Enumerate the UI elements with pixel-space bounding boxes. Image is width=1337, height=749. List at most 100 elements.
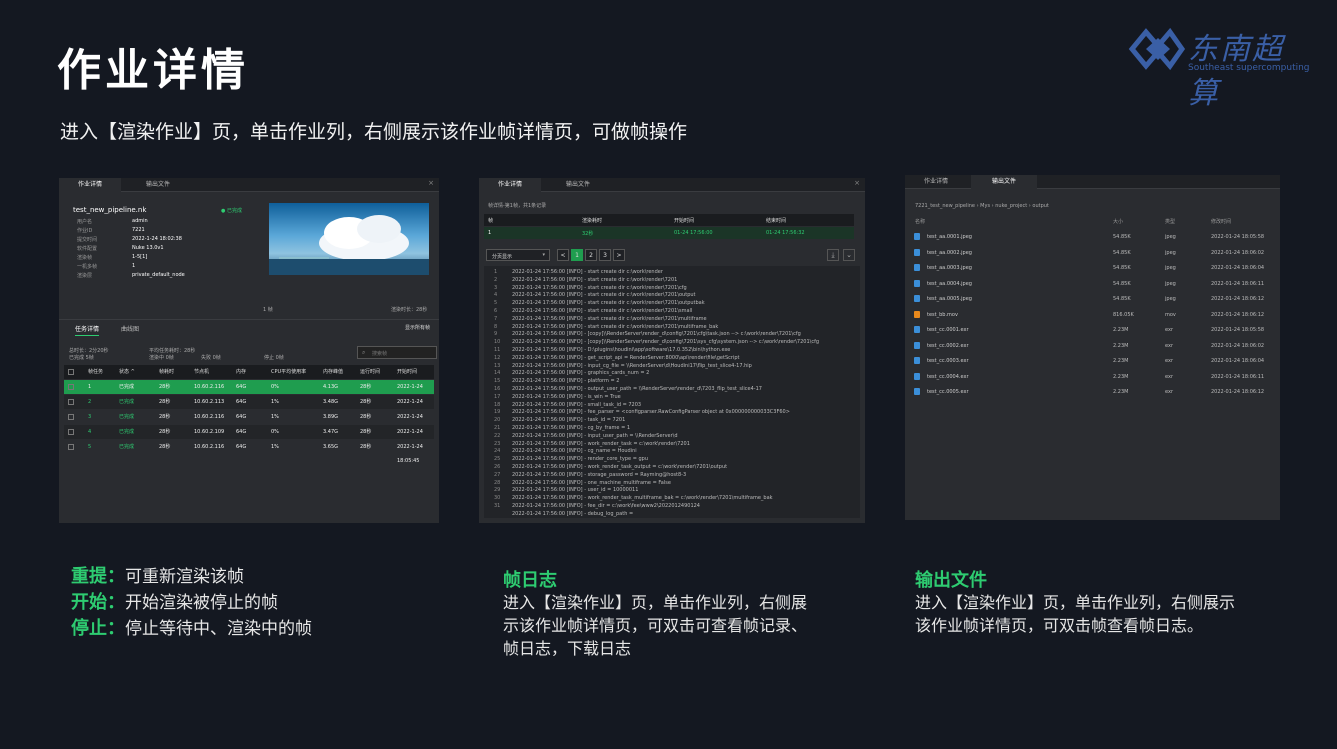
log-line: 16 2022-01-24 17:56:00 [INFO] - output_us… bbox=[494, 386, 762, 392]
stat-average: 平均任务耗时：28秒 bbox=[149, 348, 196, 354]
table-row[interactable]: 1 32秒 01-24 17:56:00 01-24 17:56:32 bbox=[484, 227, 854, 239]
page-2-button[interactable]: 2 bbox=[585, 249, 597, 261]
log-line-text: 2022-01-24 17:56:00 [INFO] - input_user_… bbox=[512, 432, 678, 439]
cell-duration: 32秒 bbox=[582, 231, 594, 237]
file-row[interactable]: test_cc.0004.exr 2.23M exr 2022-01-24 18:06… bbox=[913, 370, 1272, 384]
column-header[interactable]: CPU平均使用率 bbox=[271, 365, 306, 379]
log-line-number: 30 bbox=[494, 495, 501, 502]
log-line-text: 2022-01-24 17:56:00 [INFO] - task_id = 7… bbox=[512, 417, 626, 424]
table-row[interactable]: 2 已完成 28秒 10.60.2.113 64G 1% 3.48G 28秒 2022-1-24… bbox=[64, 395, 434, 419]
file-size: 2.23M bbox=[1113, 373, 1129, 380]
log-line-text: 2022-01-24 17:56:00 [INFO] - start creat… bbox=[512, 300, 705, 307]
table-row[interactable]: 1 已完成 28秒 10.60.2.116 64G 0% 4.13G 28秒 2022-1-24… bbox=[64, 380, 434, 404]
column-header[interactable]: 内存峰值 bbox=[323, 365, 343, 379]
log-line-text: 2022-01-24 17:56:00 [INFO] - input_cg_fi… bbox=[512, 362, 752, 369]
tab-output-files[interactable]: 输出文件 bbox=[127, 178, 189, 192]
log-line: 6 2022-01-24 17:56:00 [INFO] - start crea… bbox=[494, 308, 692, 314]
file-type: exr bbox=[1165, 389, 1174, 395]
log-line-number: 15 bbox=[494, 378, 501, 385]
file-row[interactable]: test_aa.0003.jpeg 54.85K jpeg 2022-01-24 18… bbox=[913, 261, 1272, 275]
log-line: 15 2022-01-24 17:56:00 [INFO] - platform … bbox=[494, 378, 619, 384]
file-row[interactable]: test_aa.0002.jpeg 54.85K jpeg 2022-01-24 18… bbox=[913, 246, 1272, 260]
subtab-task-detail[interactable]: 任务详情 bbox=[75, 324, 100, 336]
log-viewer[interactable]: 1 2022-01-24 17:56:00 [INFO] - start crea… bbox=[484, 266, 860, 518]
page-1-button[interactable]: 1 bbox=[571, 249, 583, 261]
log-line-text: 2022-01-24 17:56:00 [INFO] - start creat… bbox=[512, 315, 707, 322]
log-line: 12 2022-01-24 17:56:00 [INFO] - get_scrip… bbox=[494, 355, 739, 361]
table-row[interactable]: 5 已完成 28秒 10.60.2.116 64G 1% 3.65G 28秒 2022-1-24… bbox=[64, 440, 434, 464]
tab-job-detail[interactable]: 作业详情 bbox=[905, 175, 967, 189]
collapse-icon[interactable]: ⌄ bbox=[843, 249, 855, 261]
file-row[interactable]: test_cc.0005.exr 2.23M exr 2022-01-24 18:06… bbox=[913, 385, 1272, 399]
close-icon[interactable]: × bbox=[854, 179, 860, 187]
file-row[interactable]: test_aa.0004.jpeg 54.85K jpeg 2022-01-24 18… bbox=[913, 277, 1272, 291]
file-row[interactable]: test_aa.0001.jpeg 54.85K jpeg 2022-01-24 18… bbox=[913, 230, 1272, 244]
column-header[interactable]: 开始时间 bbox=[397, 365, 417, 379]
column-header[interactable]: 帧耗时 bbox=[159, 365, 174, 379]
download-icon[interactable]: ⤓ bbox=[827, 249, 839, 261]
log-line-text: 2022-01-24 17:56:00 [INFO] - work_render… bbox=[512, 464, 728, 470]
log-line: 7 2022-01-24 17:56:00 [INFO] - start crea… bbox=[494, 316, 707, 322]
prev-page-button[interactable]: < bbox=[557, 249, 569, 261]
pagination-select[interactable]: 分页显示 ▾ bbox=[486, 249, 550, 261]
tab-job-detail[interactable]: 作业详情 bbox=[59, 178, 121, 192]
next-page-button[interactable]: > bbox=[613, 249, 625, 261]
show-all-frames-link[interactable]: 显示所有帧 bbox=[405, 324, 430, 331]
table-row[interactable]: 3 已完成 28秒 10.60.2.116 64G 1% 3.89G 28秒 2022-1-24… bbox=[64, 410, 434, 434]
search-icon: ⌕ bbox=[362, 349, 366, 356]
table-row[interactable]: 4 已完成 28秒 10.60.2.109 64G 0% 3.47G 28秒 2022-1-24… bbox=[64, 425, 434, 449]
file-size: 54.85K bbox=[1113, 249, 1131, 256]
tab-output-files[interactable]: 输出文件 bbox=[547, 178, 609, 192]
tab-output-files[interactable]: 输出文件 bbox=[971, 175, 1037, 189]
job-name: test_new_pipeline.nk bbox=[73, 206, 147, 214]
log-line-number: 10 bbox=[494, 339, 501, 346]
file-modified: 2022-01-24 18:06:12 bbox=[1211, 389, 1265, 395]
output-files-heading: 输出文件 bbox=[915, 570, 987, 591]
job-detail-panel: 作业详情 输出文件 × test_new_pipeline.nk ● 已完成 用… bbox=[59, 178, 439, 523]
page-3-button[interactable]: 3 bbox=[599, 249, 611, 261]
row-checkbox[interactable] bbox=[68, 444, 74, 450]
search-input[interactable]: ⌕ 搜索帧 bbox=[357, 346, 437, 359]
log-line-number: 12 bbox=[494, 354, 501, 361]
row-checkbox[interactable] bbox=[68, 414, 74, 420]
select-all-checkbox[interactable] bbox=[68, 369, 74, 375]
header-size: 大小 bbox=[1113, 219, 1124, 225]
log-line-text: 2022-01-24 17:56:00 [INFO] - D:\plugins\… bbox=[512, 347, 731, 353]
page-subtitle: 进入【渲染作业】页，单击作业列，右侧展示该作业帧详情页，可做帧操作 bbox=[60, 121, 688, 143]
log-line: 17 2022-01-24 17:56:00 [INFO] - is_win = … bbox=[494, 394, 621, 400]
description-line: 该作业帧详情页，可双击帧查看帧日志。 bbox=[915, 616, 1204, 635]
row-checkbox[interactable] bbox=[68, 399, 74, 405]
column-header[interactable]: 状态 ^ bbox=[119, 365, 135, 379]
file-row[interactable]: test_cc.0001.exr 2.23M exr 2022-01-24 18:05… bbox=[913, 323, 1272, 337]
header-end: 结束时间 bbox=[766, 218, 787, 224]
log-line-number: 5 bbox=[494, 300, 498, 307]
render-duration-label: 渲染时长：28秒 bbox=[391, 307, 428, 313]
frame-log-panel: 作业详情 输出文件 × 帧详情-第1帧，共1条记录 帧 渲染耗时 开始时间 结束… bbox=[479, 178, 865, 523]
table-cell: 4.13G bbox=[323, 384, 339, 390]
field-value: 1-5[1] bbox=[132, 254, 148, 260]
column-header[interactable]: 节点机 bbox=[194, 365, 209, 379]
tab-bar: 作业详情 输出文件 bbox=[905, 175, 1280, 189]
file-type: jpeg bbox=[1165, 249, 1176, 256]
file-row[interactable]: test_cc.0003.exr 2.23M exr 2022-01-24 18:06… bbox=[913, 354, 1272, 368]
subtab-chart[interactable]: 曲线图 bbox=[121, 324, 139, 333]
render-preview-image[interactable] bbox=[269, 203, 429, 275]
close-icon[interactable]: × bbox=[428, 179, 434, 187]
column-header[interactable]: 内存 bbox=[236, 365, 246, 379]
file-row[interactable]: test_aa.0005.jpeg 54.85K jpeg 2022-01-24 18… bbox=[913, 292, 1272, 306]
column-header[interactable]: 帧任务 bbox=[88, 365, 103, 379]
stat-total: 总时长：2分20秒 bbox=[69, 348, 109, 354]
image-file-icon bbox=[914, 248, 920, 256]
file-row[interactable]: test_cc.0002.exr 2.23M exr 2022-01-24 18:06… bbox=[913, 339, 1272, 353]
file-row[interactable]: test_bb.mov 816.05K mov 2022-01-24 18:06:12 bbox=[913, 308, 1272, 322]
breadcrumb[interactable]: 7221_test_new_pipeline › Mys › nuke_proj… bbox=[915, 203, 1049, 209]
log-line-text: 2022-01-24 17:56:00 [INFO] - fee_dir = c… bbox=[512, 503, 700, 509]
table-cell: 5 bbox=[88, 444, 92, 450]
tab-job-detail[interactable]: 作业详情 bbox=[479, 178, 541, 192]
file-size: 816.05K bbox=[1113, 311, 1134, 318]
row-checkbox[interactable] bbox=[68, 429, 74, 435]
field-value: 7221 bbox=[132, 227, 145, 233]
log-line-number: 3 bbox=[494, 284, 498, 291]
column-header[interactable]: 运行时间 bbox=[360, 365, 380, 379]
row-checkbox[interactable] bbox=[68, 384, 74, 390]
